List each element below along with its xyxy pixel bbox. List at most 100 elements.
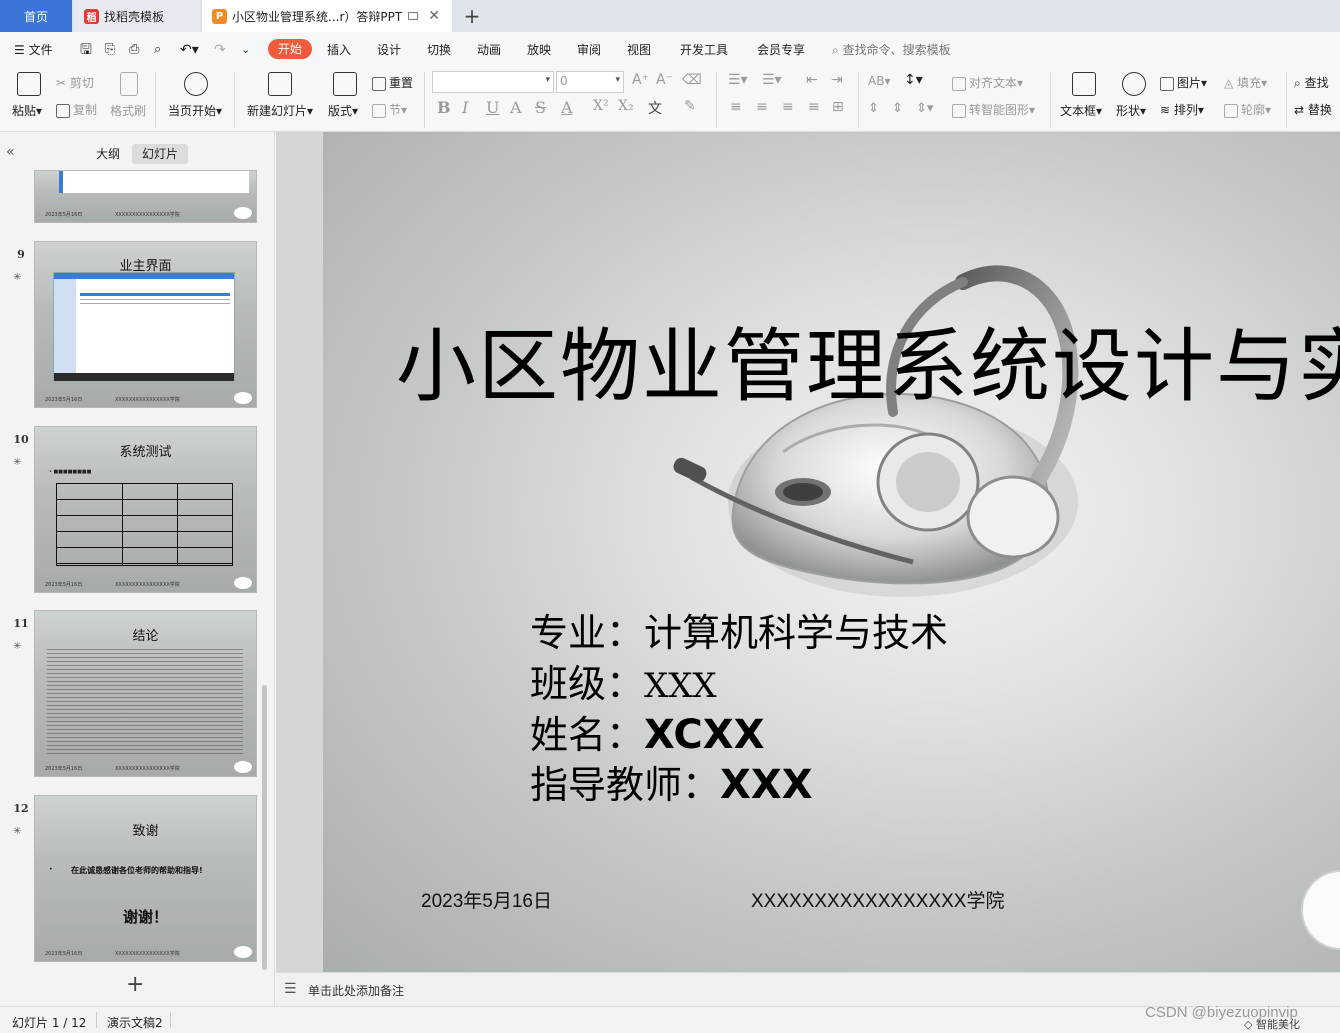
text-direction-icon[interactable]: AB▾ [868,74,890,88]
thumb-bullet-text: • ■■■■■■■■ [49,469,92,475]
new-slide-button[interactable]: 新建幻灯片▾ [247,102,313,119]
shape-icon[interactable] [1122,72,1146,96]
menu-tab-review[interactable]: 审阅 [577,40,601,60]
bold-icon[interactable]: B [437,98,451,117]
italic-icon[interactable]: I [462,98,468,117]
underline-icon[interactable]: U [486,98,499,117]
picture-button[interactable]: 图片▾ [1160,74,1207,91]
tab-slides[interactable]: 幻灯片 [132,144,189,164]
new-slide-icon[interactable] [268,72,292,96]
format-painter-button[interactable]: 格式刷 [110,102,146,119]
cut-button[interactable]: ✂ 剪切 [56,74,94,91]
numbered-list-icon[interactable]: ☰▾ [762,72,782,88]
font-size-combo[interactable]: 0 ▾ [556,71,624,93]
collapse-panel-icon[interactable]: « [6,144,15,160]
shape-button[interactable]: 形状▾ [1116,102,1146,119]
sort-icon[interactable]: ↕▾ [904,72,923,88]
tab-template[interactable]: 稻 找稻壳模板 [74,0,200,32]
play-icon[interactable] [184,72,208,96]
outline-button[interactable]: 轮廓▾ [1224,101,1271,118]
layout-icon[interactable] [333,72,357,96]
line-spacing-icon[interactable]: ⇕ [868,101,879,116]
slide-thumbnail-9[interactable]: 业主界面 2023年5月16日 XXXXXXXXXXXXXXXX学院 [34,241,257,408]
redo-icon[interactable]: ↷ [214,40,226,60]
increase-indent-icon[interactable]: ⇥ [831,72,843,88]
reset-button[interactable]: 重置 [372,74,413,91]
close-tab-icon[interactable]: ✕ [428,8,440,24]
paragraph-spacing-icon[interactable]: ⇕ [892,101,903,116]
thumb-closing: 谢谢！ [122,908,168,926]
highlight-icon[interactable]: ✎ [684,98,696,114]
section-button[interactable]: 节▾ [372,101,407,118]
bullet-list-icon[interactable]: ☰▾ [728,72,748,88]
slide-title: 小区物业管理系统设计与实 [396,320,1340,413]
thumb-footer-school: XXXXXXXXXXXXXXXX学院 [115,582,180,588]
slide-thumbnail-11[interactable]: 结论 2023年5月16日 XXXXXXXXXXXXXXXX学院 [34,610,257,777]
ribbon-separator [858,72,859,128]
decrease-font-icon[interactable]: A⁻ [656,72,673,88]
menu-tab-home[interactable]: 开始 [268,39,313,59]
increase-font-icon[interactable]: A⁺ [632,72,649,88]
save-icon[interactable]: 🖫 [80,40,92,60]
menu-tab-developer[interactable]: 开发工具 [680,40,728,60]
shadow-icon[interactable]: A [510,98,522,117]
justify-icon[interactable]: ≡ [808,99,820,115]
menu-tab-animation[interactable]: 动画 [477,40,501,60]
menu-tab-member[interactable]: 会员专享 [757,40,805,60]
phonetic-icon[interactable]: 文 [648,98,662,118]
layout-button[interactable]: 版式▾ [328,102,358,119]
slide-thumbnail-8[interactable]: 2023年5月16日 XXXXXXXXXXXXXXXX学院 [34,170,257,223]
play-from-current-button[interactable]: 当页开始▾ [168,102,222,119]
find-button[interactable]: ⌕ 查找 [1294,74,1329,91]
panel-scrollbar[interactable] [262,685,267,970]
decrease-indent-icon[interactable]: ⇤ [806,72,818,88]
distribute-icon[interactable]: ⊞ [832,99,844,115]
tab-home[interactable]: 首页 [0,0,72,32]
slide-thumbnail-10[interactable]: 系统测试 • ■■■■■■■■ 2023年5月16日 XXXXXXXXXXXXX… [34,426,257,593]
font-name-combo[interactable]: ▾ [432,71,554,93]
tab-document[interactable]: P 小区物业管理系统...r）答辩PPT ✕ [202,0,452,32]
align-text-button[interactable]: 对齐文本▾ [952,74,1023,91]
screenshot-row [80,303,230,304]
superscript-icon[interactable]: X² [593,98,609,114]
menu-tab-slideshow[interactable]: 放映 [527,40,551,60]
fill-button[interactable]: ◬ 填充▾ [1224,74,1267,91]
fill-bucket-icon: ◬ [1224,76,1234,90]
slide-thumbnail-12[interactable]: 致谢 • 在此诚恳感谢各位老师的帮助和指导! 谢谢！ 2023年5月16日 XX… [34,795,257,962]
smart-shape-button[interactable]: 转智能图形▾ [952,101,1035,118]
new-tab-button[interactable]: + [458,0,486,32]
notes-bar[interactable]: ☰ 单击此处添加备注 [276,972,1340,1006]
replace-button[interactable]: ⇄ 替换 [1294,101,1332,118]
menu-tab-insert[interactable]: 插入 [327,40,351,60]
menu-tab-transition[interactable]: 切换 [427,40,451,60]
theme-name[interactable]: 演示文稿2 [107,1014,163,1031]
align-right-icon[interactable]: ≡ [782,99,794,115]
strikethrough-icon[interactable]: S [535,98,546,117]
clear-format-icon[interactable]: ⌫ [682,72,702,88]
textbox-icon[interactable] [1072,72,1096,96]
arrange-button[interactable]: ≋ 排列▾ [1160,101,1204,118]
quick-access-more-icon[interactable]: ⌄ [241,40,250,60]
subscript-icon[interactable]: X₂ [618,98,634,114]
copy-button[interactable]: 复制 [56,101,97,118]
current-slide[interactable]: 小区物业管理系统设计与实 专业：计算机科学与技术 班级：XXX 姓名：XCXX … [323,132,1340,972]
font-color-icon[interactable]: A [561,98,573,117]
textbox-button[interactable]: 文本框▾ [1060,102,1102,119]
align-text-label: 对齐文本 [969,76,1018,90]
columns-icon[interactable]: ⇕▾ [916,101,933,116]
window-mode-icon[interactable] [408,12,419,20]
align-left-icon[interactable]: ≡ [730,99,742,115]
add-slide-button[interactable]: + [126,972,144,997]
file-menu[interactable]: ☰ 文件 [14,40,53,60]
menu-tab-design[interactable]: 设计 [377,40,401,60]
print-preview-icon[interactable]: ⌕ [154,40,161,60]
command-search[interactable]: ⌕ 查找命令、搜索模板 [832,40,951,60]
menu-tab-view[interactable]: 视图 [627,40,651,60]
tab-outline[interactable]: 大纲 [86,144,130,164]
print-icon[interactable]: ⎙ [129,40,139,60]
export-icon[interactable]: ⎘ [105,40,115,60]
paste-button[interactable]: 粘贴▾ [12,102,42,119]
align-center-icon[interactable]: ≡ [756,99,768,115]
paste-icon[interactable] [17,72,41,96]
undo-icon[interactable]: ↶▾ [180,40,199,60]
